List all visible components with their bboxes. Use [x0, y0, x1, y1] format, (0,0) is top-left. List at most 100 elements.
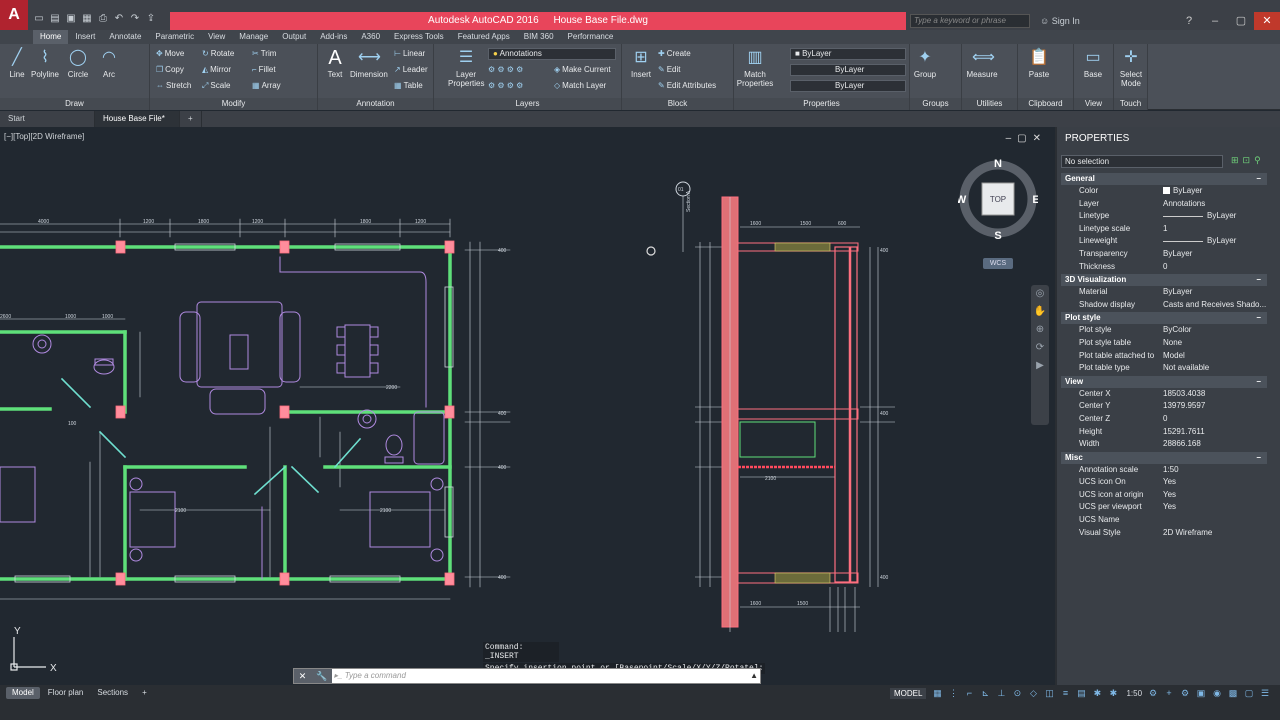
compass-east[interactable]: E	[1032, 194, 1038, 206]
redo-icon[interactable]: ↷	[128, 12, 142, 26]
annotation-visibility-icon[interactable]: ✱	[1090, 687, 1104, 699]
lineweight-dropdown[interactable]: ByLayer	[790, 80, 906, 92]
pan-icon[interactable]: ✋	[1031, 303, 1049, 321]
match-layer-button[interactable]: ◇ Match Layer	[554, 81, 606, 90]
saveas-icon[interactable]: ▦	[80, 12, 94, 26]
property-value[interactable]: Yes	[1161, 476, 1267, 489]
clipboard-panel-label[interactable]: Clipboard	[1018, 98, 1073, 110]
units-icon[interactable]: ⚙	[1178, 687, 1192, 699]
viewport-restore-icon[interactable]: ▢	[1017, 133, 1032, 144]
layer-tools-row-2[interactable]: ⚙ ⚙ ⚙ ⚙	[488, 81, 525, 90]
property-row[interactable]: Material ByLayer	[1061, 286, 1267, 299]
property-value[interactable]: 2D Wireframe	[1161, 526, 1267, 540]
property-value[interactable]: 0	[1161, 260, 1267, 274]
base-button[interactable]: ▭ Base	[1078, 48, 1108, 79]
property-row[interactable]: Center Y 13979.9597	[1061, 400, 1267, 413]
section-header[interactable]: Plot style –	[1061, 312, 1267, 325]
select-mode-button[interactable]: ✛ Select Mode	[1116, 48, 1146, 88]
annotation-scale[interactable]: 1:50	[1126, 689, 1142, 698]
property-row[interactable]: Layer Annotations	[1061, 197, 1267, 211]
compass-south[interactable]: S	[994, 230, 1001, 239]
selection-dropdown[interactable]: No selection	[1061, 155, 1223, 168]
scale-button[interactable]: ⤢ Scale	[202, 81, 230, 91]
utilities-panel-label[interactable]: Utilities	[962, 98, 1017, 110]
section-header[interactable]: View –	[1061, 375, 1267, 388]
property-value[interactable]: Yes	[1161, 501, 1267, 515]
linear-button[interactable]: ⊢ Linear	[394, 49, 425, 58]
help-icon[interactable]: ?	[1176, 12, 1202, 30]
section-header[interactable]: 3D Visualization –	[1061, 274, 1267, 287]
tab-start[interactable]: Start	[0, 111, 95, 127]
open-icon[interactable]: ▤	[48, 12, 62, 26]
paste-button[interactable]: 📋 Paste	[1024, 48, 1054, 79]
command-line[interactable]: ✕ 🔧 ▸_ Type a command ▲	[293, 668, 761, 684]
tab-insert[interactable]: Insert	[68, 30, 102, 44]
hardware-acceleration-icon[interactable]: ▩	[1226, 687, 1240, 699]
polar-icon[interactable]: ⊙	[1010, 687, 1024, 699]
tab-parametric[interactable]: Parametric	[148, 30, 201, 44]
tab-home[interactable]: Home	[33, 30, 69, 44]
groups-panel-label[interactable]: Groups	[910, 98, 961, 110]
infer-constraints-icon[interactable]: ⌐	[962, 687, 976, 699]
property-value[interactable]: Yes	[1161, 488, 1267, 502]
ucs-menu[interactable]: WCS	[983, 258, 1013, 269]
linetype-dropdown[interactable]: ByLayer	[790, 64, 906, 76]
create-block-button[interactable]: ✚ Create	[658, 49, 691, 58]
property-value[interactable]: ByLayer	[1161, 247, 1267, 261]
property-row[interactable]: Linetype ByLayer	[1061, 210, 1267, 223]
property-row[interactable]: UCS icon at origin Yes	[1061, 488, 1267, 502]
property-row[interactable]: UCS icon On Yes	[1061, 476, 1267, 489]
property-value[interactable]: Annotations	[1161, 197, 1267, 211]
tab-express-tools[interactable]: Express Tools	[387, 30, 451, 44]
property-row[interactable]: Thickness 0	[1061, 260, 1267, 274]
table-button[interactable]: ▦ Table	[394, 81, 423, 90]
collapse-icon[interactable]: –	[1257, 173, 1261, 185]
color-dropdown[interactable]: ■ ByLayer	[790, 48, 906, 60]
collapse-icon[interactable]: –	[1257, 376, 1261, 388]
search-input[interactable]: Type a keyword or phrase	[910, 14, 1030, 28]
arc-button[interactable]: ◠ Arc	[94, 48, 124, 79]
isolate-objects-icon[interactable]: ◉	[1210, 687, 1224, 699]
new-icon[interactable]: ▭	[32, 12, 46, 26]
property-row[interactable]: Width 28866.168	[1061, 438, 1267, 451]
circle-button[interactable]: ◯ Circle	[63, 48, 93, 79]
modify-panel-label[interactable]: Modify	[150, 98, 317, 110]
property-row[interactable]: Center Z0	[1061, 412, 1267, 426]
isodraft-icon[interactable]: ◇	[1026, 687, 1040, 699]
property-value[interactable]: ByLayer	[1161, 210, 1267, 223]
move-button[interactable]: ✥ Move	[156, 49, 184, 58]
property-row[interactable]: Annotation scale 1:50	[1061, 463, 1267, 477]
clean-screen-icon[interactable]: ▢	[1242, 687, 1256, 699]
property-row[interactable]: Plot style ByColor	[1061, 324, 1267, 337]
property-row[interactable]: Visual Style 2D Wireframe	[1061, 526, 1267, 540]
property-row[interactable]: Shadow display Casts and Receives Shado..…	[1061, 298, 1267, 312]
maximize-icon[interactable]: ▢	[1228, 12, 1254, 30]
section-header[interactable]: Misc –	[1061, 451, 1267, 464]
tab-annotate[interactable]: Annotate	[102, 30, 148, 44]
property-value[interactable]: 28866.168	[1161, 438, 1267, 451]
block-panel-label[interactable]: Block	[622, 98, 733, 110]
collapse-icon[interactable]: –	[1257, 452, 1261, 464]
property-row[interactable]: Center X 18503.4038	[1061, 387, 1267, 401]
layout-tab-sections[interactable]: Sections	[91, 687, 134, 699]
viewport-close-icon[interactable]: ✕	[1033, 133, 1047, 144]
tab-manage[interactable]: Manage	[232, 30, 275, 44]
compass-west[interactable]: W	[958, 194, 967, 206]
property-value[interactable]: 1	[1161, 222, 1267, 236]
quick-properties-icon[interactable]: ▣	[1194, 687, 1208, 699]
undo-icon[interactable]: ↶	[112, 12, 126, 26]
copy-button[interactable]: ❐ Copy	[156, 65, 184, 74]
line-button[interactable]: ╱ Line	[2, 48, 32, 79]
tab-bim-360[interactable]: BIM 360	[517, 30, 561, 44]
grid-icon[interactable]: ▦	[930, 687, 944, 699]
property-value[interactable]: ByColor	[1161, 324, 1267, 337]
trim-button[interactable]: ✂ Trim	[252, 49, 276, 58]
new-tab-button[interactable]: +	[180, 111, 202, 127]
close-icon[interactable]: ✕	[1254, 12, 1280, 30]
text-button[interactable]: A Text	[320, 48, 350, 79]
make-current-button[interactable]: ◈ Make Current	[554, 65, 611, 74]
viewport-controls-label[interactable]: [−][Top][2D Wireframe]	[4, 132, 84, 141]
property-value[interactable]: 13979.9597	[1161, 400, 1267, 413]
tab-view[interactable]: View	[201, 30, 232, 44]
layer-dropdown[interactable]: ● Annotations	[488, 48, 616, 60]
